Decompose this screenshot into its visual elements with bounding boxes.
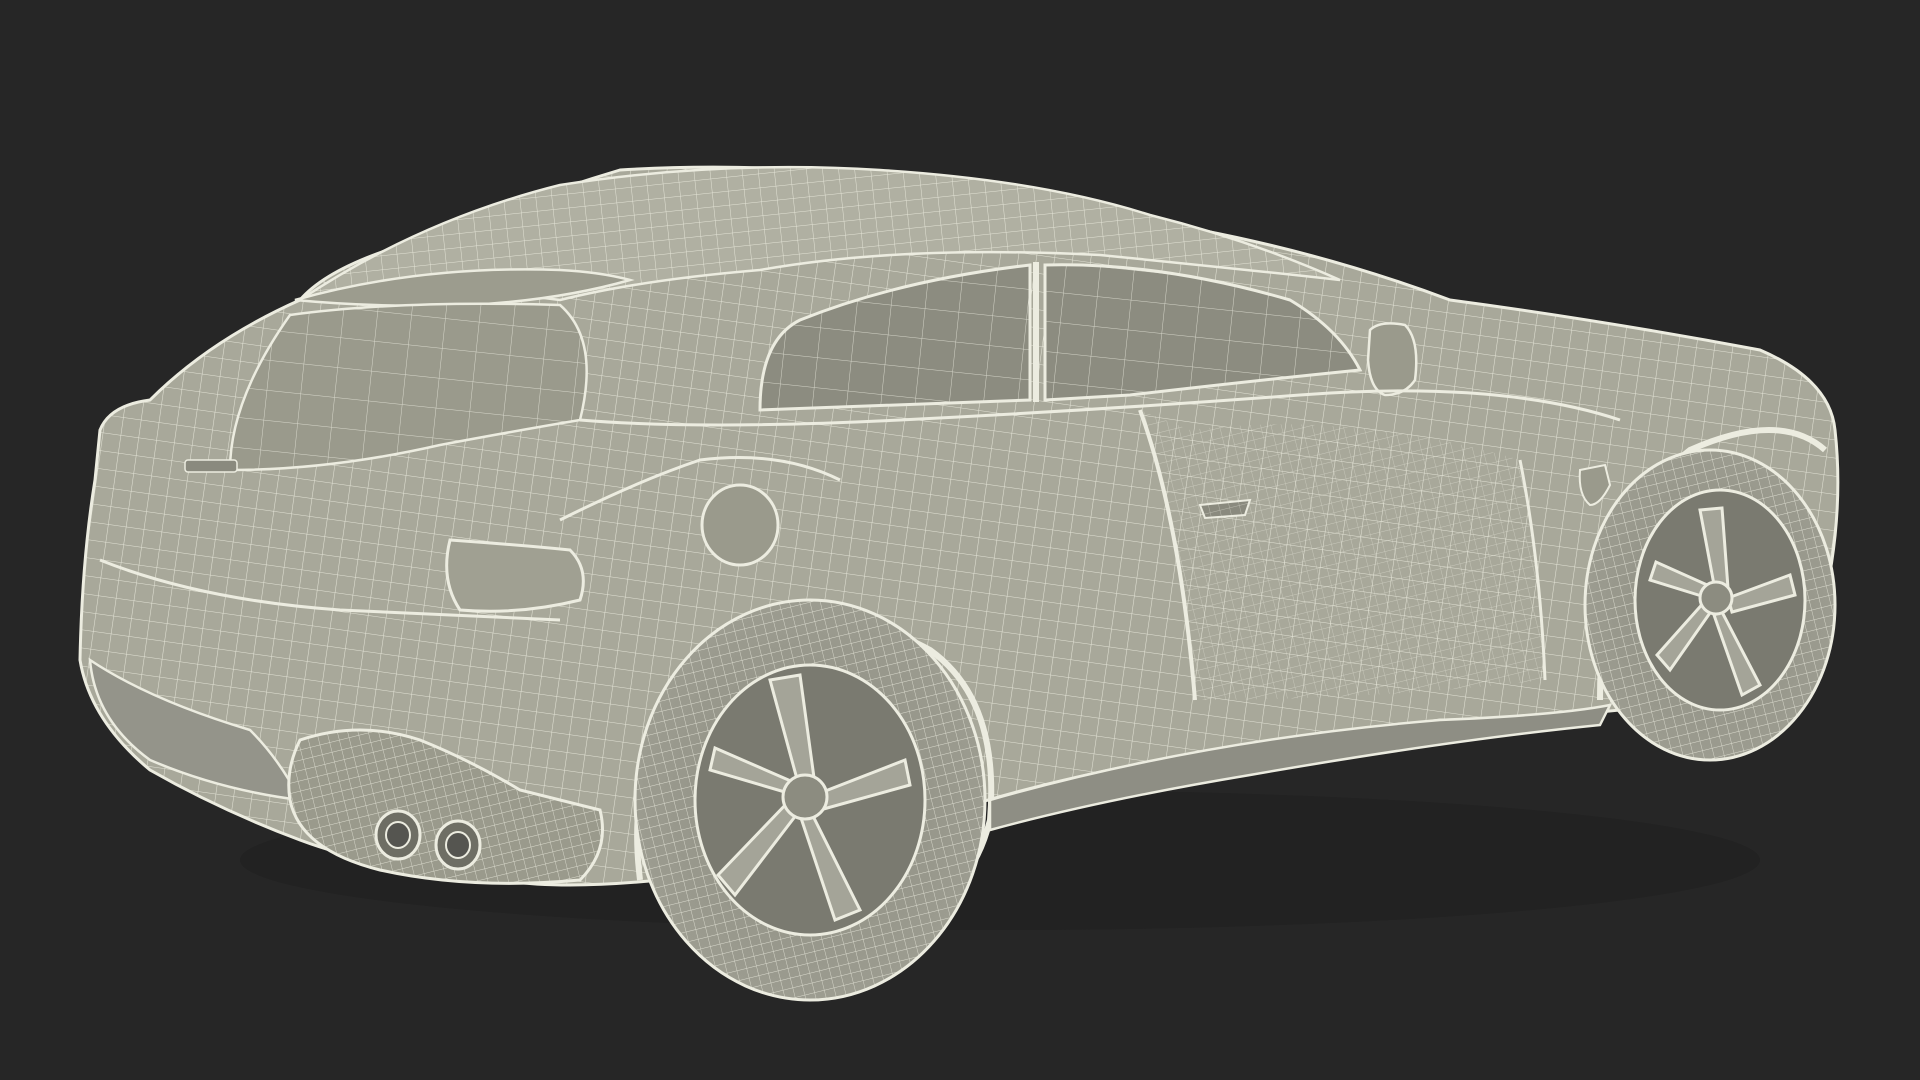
rear-brand-badge-icon <box>184 459 238 473</box>
front-wheel <box>1583 448 1837 762</box>
exhaust-pipe-left-inner <box>385 821 411 849</box>
fuel-cap <box>700 483 780 567</box>
front-hub <box>1698 580 1734 616</box>
render-viewport <box>0 0 1920 1080</box>
car-wireframe-scene <box>78 165 1840 1002</box>
rear-hub <box>781 773 829 821</box>
rear-wheel <box>633 598 987 1002</box>
tail-light <box>445 538 585 613</box>
side-mirror <box>1366 322 1418 397</box>
side-panel-fine-mesh <box>1140 410 1545 700</box>
exhaust-pipe-right-inner <box>445 831 471 859</box>
